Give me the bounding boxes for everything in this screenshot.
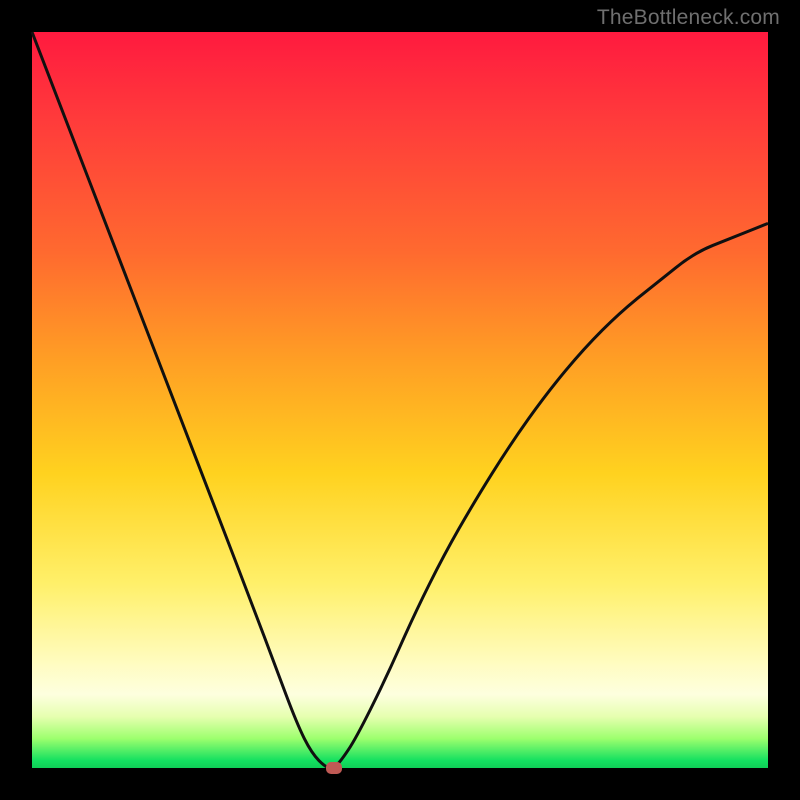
minimum-marker-icon: [326, 762, 342, 774]
plot-area: [32, 32, 768, 768]
bottleneck-curve: [32, 32, 768, 768]
curve-path-icon: [32, 32, 768, 768]
chart-frame: TheBottleneck.com: [0, 0, 800, 800]
watermark-text: TheBottleneck.com: [597, 6, 780, 30]
